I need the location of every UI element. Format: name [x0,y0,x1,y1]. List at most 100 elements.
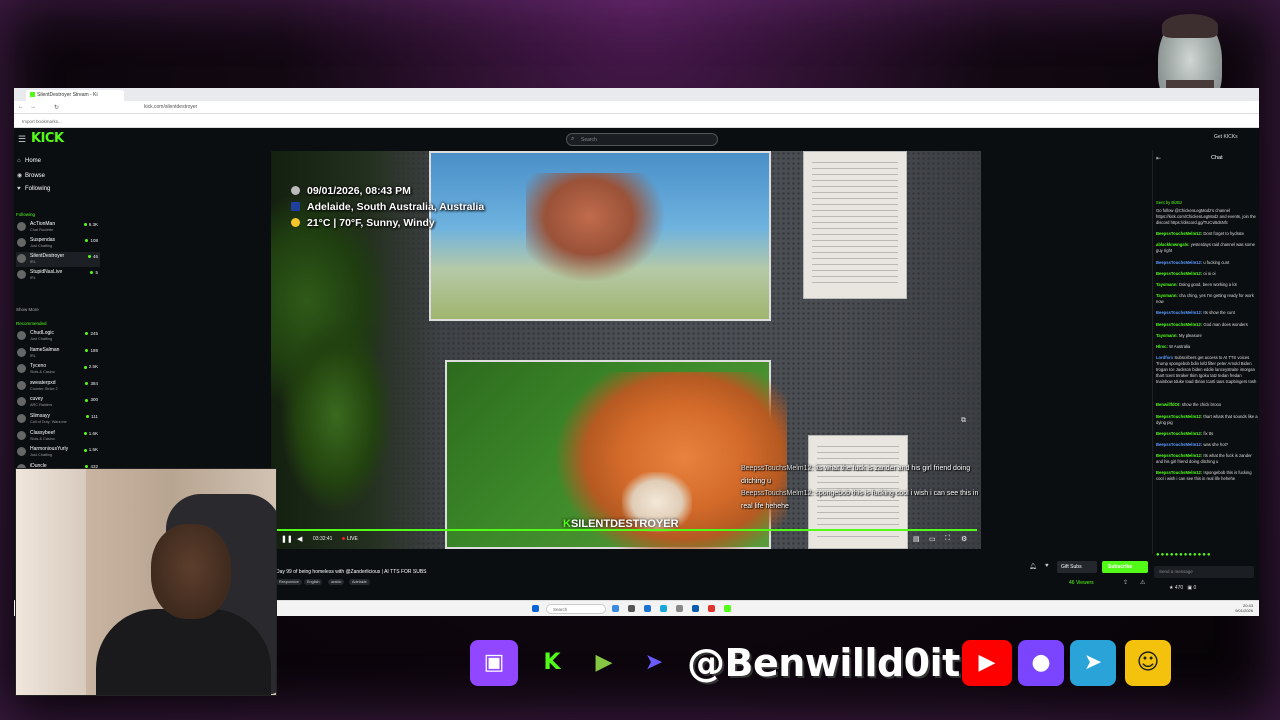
chat-username[interactable]: BeepssTouchsMelm12: [1156,322,1202,327]
chrome-icon[interactable] [708,605,715,612]
settings-gear-icon[interactable]: ⚙ [961,535,967,543]
sidebar-channel[interactable]: AcTionMan Chat Roulette 6.3K [16,220,100,235]
rumble-icon: ▶ [595,650,613,675]
pause-icon[interactable]: ❚❚ [281,535,293,543]
sidebar-channel[interactable]: sweaterpxd Counter-Strike 2 384 [16,379,100,394]
chat-panel: ⇤ Chat Sent by BizBz Go follow @ChickenL… [1152,150,1259,554]
app-icon[interactable] [692,605,699,612]
clip-icon[interactable]: ⧉ [961,417,966,425]
viewer-count: 46 Viewers [1069,580,1094,586]
search-input[interactable]: ⌕ Search [566,133,718,146]
browser-tab[interactable]: SilentDestroyer Stream - Ki [26,90,124,101]
warning-icon[interactable]: ⚠ [1140,579,1145,586]
chat-username[interactable]: BeepssTouchsMelm12: [1156,310,1202,315]
chat-username[interactable]: BeepssTouchsMelm12: [1156,453,1202,458]
gift-icon[interactable]: ▣ [1187,585,1192,591]
explorer-icon[interactable] [628,605,635,612]
chat-message: Hlrsc: W Australia [1156,344,1258,350]
chat-username[interactable]: BeepssTouchsMelm12: [1156,231,1202,236]
sidebar-channel[interactable]: Suspendas Just Chatting 108 [16,236,100,251]
kick-logo[interactable]: KICK [31,131,64,146]
info-placard [803,151,907,299]
taskbar-search[interactable]: Search [546,604,606,614]
collapse-chat-icon[interactable]: ⇤ [1156,155,1161,162]
share-icon[interactable]: ⇪ [1123,579,1128,586]
get-kicks-button[interactable]: Get KICKs [1214,134,1238,140]
edge-icon[interactable] [660,605,667,612]
sidebar-channel[interactable]: Classybeef Slots & Casino 1.6K [16,429,100,444]
taskview-icon[interactable] [612,605,619,612]
subscribe-button[interactable]: Subscribe [1102,561,1148,573]
avatar [17,447,26,457]
chat-username[interactable]: Hlrsc: [1156,344,1168,349]
pinned-message: Sent by BizBz [1156,200,1183,205]
chat-text: was she hot? [1203,442,1229,447]
chat-text: u fucking cunt [1203,259,1230,265]
chat-username[interactable]: Lordforx [1156,355,1173,360]
tag-chip[interactable]: Adelaide [349,579,370,585]
tag-chip[interactable]: arabic [328,579,345,585]
chat-username[interactable]: BeepssTouchsMelm12: [1156,260,1202,265]
channel-name: cuvey [30,396,44,403]
show-more-link[interactable]: Show More [16,307,39,312]
clip-button-icon[interactable]: ▤ [913,535,920,543]
channel-category: Chat Roulette [30,228,54,232]
chat-username[interactable]: BeepssTouchsMelm12: [1156,414,1202,419]
progress-bar[interactable] [275,529,977,531]
sidebar-channel[interactable]: cuvey ARC Raiders 300 [16,395,100,410]
sidebar-channel[interactable]: Tyceno Slots & Casino 2.5K [16,362,100,377]
sidebar-item-home[interactable]: ⌂ Home [17,158,41,164]
channel-name: HarmoniousYurly [30,446,69,453]
theater-mode-icon[interactable]: ▭ [929,535,936,543]
chat-username[interactable]: BeepssTouchsMelm12: [1156,470,1202,475]
sidebar-channel[interactable]: SilentDestroyer IRL 46 [16,252,100,267]
chat-username[interactable]: BeepssTouchsMelm12: [1156,271,1202,276]
chat-message-input[interactable]: Send a message [1154,566,1254,578]
back-icon[interactable]: ← [18,104,24,110]
url-field[interactable]: kick.com/silentdestroyer [124,104,1124,112]
chat-username[interactable]: BeepssTouchsMelm12: [1156,431,1202,436]
stream-info: Day 99 of being homeless with @Zanderlic… [276,553,1156,586]
sidebar-channel[interactable]: ItameSalman IRL 189 [16,346,100,361]
nav-label: Browse [25,173,46,179]
chat-username[interactable]: ablackknwngals: [1156,242,1190,247]
sidebar-channel[interactable]: HarmoniousYurly Just Chatting 1.5K [16,445,100,460]
heart-icon[interactable]: ♥ [1045,563,1049,569]
sidebar-item-following[interactable]: ♥ Following [17,186,50,192]
sidebar-channel[interactable]: Slimsayy Call of Duty: Warzone 111 [16,412,100,427]
sidebar-channel[interactable]: ChudLogic Just Chatting 245 [16,329,100,344]
reload-icon[interactable]: ↻ [54,104,59,111]
chat-username[interactable]: Taysmann: [1156,293,1178,298]
import-bookmarks-link[interactable]: Import bookmarks... [22,119,62,124]
forward-icon[interactable]: → [30,104,36,110]
channel-category: Call of Duty: Warzone [30,420,67,424]
compass-icon: ◉ [17,173,23,179]
tag-chip[interactable]: Responsive [276,579,302,585]
store-icon[interactable] [644,605,651,612]
volume-icon[interactable]: ◀ [297,535,302,543]
video-player[interactable]: 09/01/2026, 08:43 PM Adelaide, South Aus… [271,151,981,549]
app-icon[interactable] [676,605,683,612]
sidebar-item-browse[interactable]: ◉ Browse [17,172,45,179]
gift-subs-button[interactable]: Gift Subs [1057,561,1097,573]
channel-name: ChudLogic [30,330,54,336]
stream-screen: SilentDestroyer Stream - Ki ← → ↻ kick.c… [0,0,1280,720]
location-text: Adelaide, South Australia, Australia [307,201,485,213]
kick-app-icon[interactable] [724,605,731,612]
channel-viewers: 384 [85,381,98,386]
tag-chip[interactable]: English [304,579,323,585]
player-controls: ❚❚ ◀ 03:32:41 LIVE ▤ ▭ ⛶ ⚙ [271,529,981,549]
chat-username[interactable]: BenwillfdOt: [1156,402,1181,407]
avatar [17,270,26,279]
chat-text: fix tts [1203,430,1214,436]
chat-username[interactable]: BeepssTouchsMelm12: [1156,442,1202,447]
menu-icon[interactable]: ☰ [18,134,26,145]
bell-icon[interactable]: 🔔︎ [1029,563,1037,570]
chat-text: W Australia [1169,344,1191,349]
sidebar-channel[interactable]: StupidNasLive IRL 5 [16,268,100,283]
parti-icon: ➤ [644,650,664,675]
start-icon[interactable] [532,605,539,612]
chat-username[interactable]: Taysmann: [1156,333,1178,338]
chat-username[interactable]: Taysmann: [1156,282,1178,287]
fullscreen-icon[interactable]: ⛶ [945,535,950,543]
